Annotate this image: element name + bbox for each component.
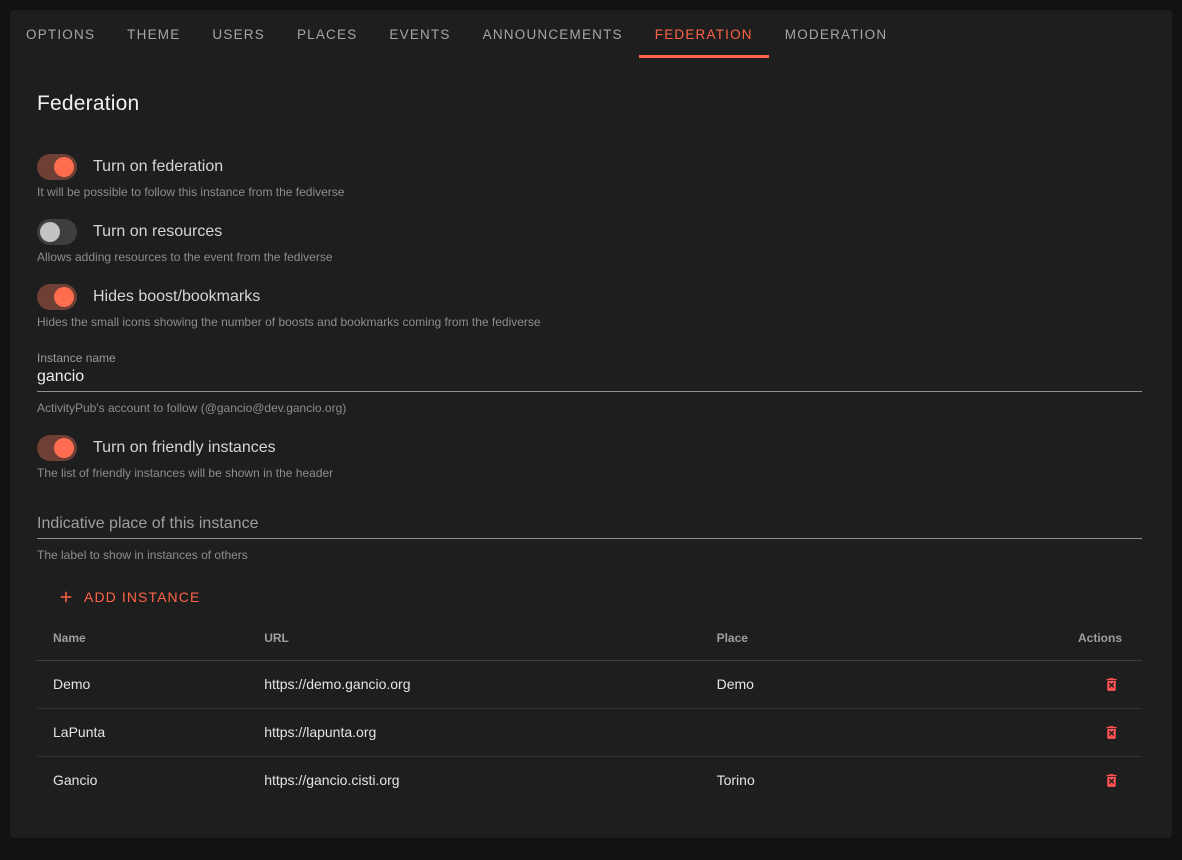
cell-place: Torino bbox=[701, 756, 1048, 804]
table-header-row: Name URL Place Actions bbox=[37, 616, 1142, 660]
delete-instance-button[interactable] bbox=[1101, 722, 1122, 743]
toggle-thumb bbox=[40, 222, 60, 242]
boost-toggle-label: Hides boost/bookmarks bbox=[93, 288, 260, 306]
cell-url: https://demo.gancio.org bbox=[248, 660, 700, 708]
tab-options[interactable]: OPTIONS bbox=[10, 10, 111, 58]
delete-instance-button[interactable] bbox=[1101, 770, 1122, 791]
instance-place-hint: The label to show in instances of others bbox=[37, 548, 1142, 562]
table-row: Gancio https://gancio.cisti.org Torino bbox=[37, 756, 1142, 804]
cell-name: Demo bbox=[37, 660, 248, 708]
tab-federation[interactable]: FEDERATION bbox=[639, 10, 769, 58]
friendly-hint: The list of friendly instances will be s… bbox=[37, 466, 1142, 480]
table-row: LaPunta https://lapunta.org bbox=[37, 708, 1142, 756]
cell-name: LaPunta bbox=[37, 708, 248, 756]
tab-users[interactable]: USERS bbox=[196, 10, 281, 58]
add-instance-row: ADD INSTANCE bbox=[37, 579, 1142, 615]
setting-boost: Hides boost/bookmarks Hides the small ic… bbox=[37, 284, 1142, 329]
friendly-toggle[interactable] bbox=[37, 435, 77, 461]
instance-name-field: Instance name ActivityPub's account to f… bbox=[37, 351, 1142, 415]
instance-name-hint: ActivityPub's account to follow (@gancio… bbox=[37, 401, 1142, 415]
add-instance-label: ADD INSTANCE bbox=[84, 589, 200, 605]
col-header-name: Name bbox=[37, 616, 248, 660]
tab-announcements[interactable]: ANNOUNCEMENTS bbox=[467, 10, 639, 58]
delete-forever-icon bbox=[1103, 772, 1120, 789]
resources-toggle[interactable] bbox=[37, 219, 77, 245]
federation-hint: It will be possible to follow this insta… bbox=[37, 185, 1142, 199]
delete-forever-icon bbox=[1103, 724, 1120, 741]
boost-hint: Hides the small icons showing the number… bbox=[37, 315, 1142, 329]
cell-name: Gancio bbox=[37, 756, 248, 804]
toggle-thumb bbox=[54, 287, 74, 307]
col-header-url: URL bbox=[248, 616, 700, 660]
page-title: Federation bbox=[37, 92, 1142, 116]
resources-toggle-label: Turn on resources bbox=[93, 223, 222, 241]
federation-toggle[interactable] bbox=[37, 154, 77, 180]
table-row: Demo https://demo.gancio.org Demo bbox=[37, 660, 1142, 708]
friendly-toggle-label: Turn on friendly instances bbox=[93, 439, 276, 457]
cell-place bbox=[701, 708, 1048, 756]
setting-resources: Turn on resources Allows adding resource… bbox=[37, 219, 1142, 264]
toggle-thumb bbox=[54, 438, 74, 458]
instance-name-input[interactable] bbox=[37, 367, 1142, 392]
tab-events[interactable]: EVENTS bbox=[373, 10, 466, 58]
cell-place: Demo bbox=[701, 660, 1048, 708]
trusted-instances-table: Name URL Place Actions Demo https://demo… bbox=[37, 616, 1142, 804]
admin-panel-card: OPTIONS THEME USERS PLACES EVENTS ANNOUN… bbox=[10, 10, 1172, 838]
federation-toggle-label: Turn on federation bbox=[93, 158, 223, 176]
toggle-thumb bbox=[54, 157, 74, 177]
col-header-place: Place bbox=[701, 616, 1048, 660]
delete-forever-icon bbox=[1103, 676, 1120, 693]
tab-moderation[interactable]: MODERATION bbox=[769, 10, 904, 58]
federation-settings: Federation Turn on federation It will be… bbox=[10, 92, 1172, 804]
col-header-actions: Actions bbox=[1048, 616, 1142, 660]
tab-theme[interactable]: THEME bbox=[111, 10, 196, 58]
setting-friendly: Turn on friendly instances The list of f… bbox=[37, 435, 1142, 480]
cell-url: https://lapunta.org bbox=[248, 708, 700, 756]
instance-name-label: Instance name bbox=[37, 351, 1142, 365]
plus-icon bbox=[57, 588, 75, 606]
instance-place-field: The label to show in instances of others bbox=[37, 514, 1142, 562]
admin-tabs: OPTIONS THEME USERS PLACES EVENTS ANNOUN… bbox=[10, 10, 1172, 58]
resources-hint: Allows adding resources to the event fro… bbox=[37, 250, 1142, 264]
instance-place-input[interactable] bbox=[37, 514, 1142, 539]
setting-federation: Turn on federation It will be possible t… bbox=[37, 154, 1142, 199]
cell-url: https://gancio.cisti.org bbox=[248, 756, 700, 804]
boost-toggle[interactable] bbox=[37, 284, 77, 310]
tab-places[interactable]: PLACES bbox=[281, 10, 373, 58]
add-instance-button[interactable]: ADD INSTANCE bbox=[49, 579, 208, 615]
delete-instance-button[interactable] bbox=[1101, 674, 1122, 695]
